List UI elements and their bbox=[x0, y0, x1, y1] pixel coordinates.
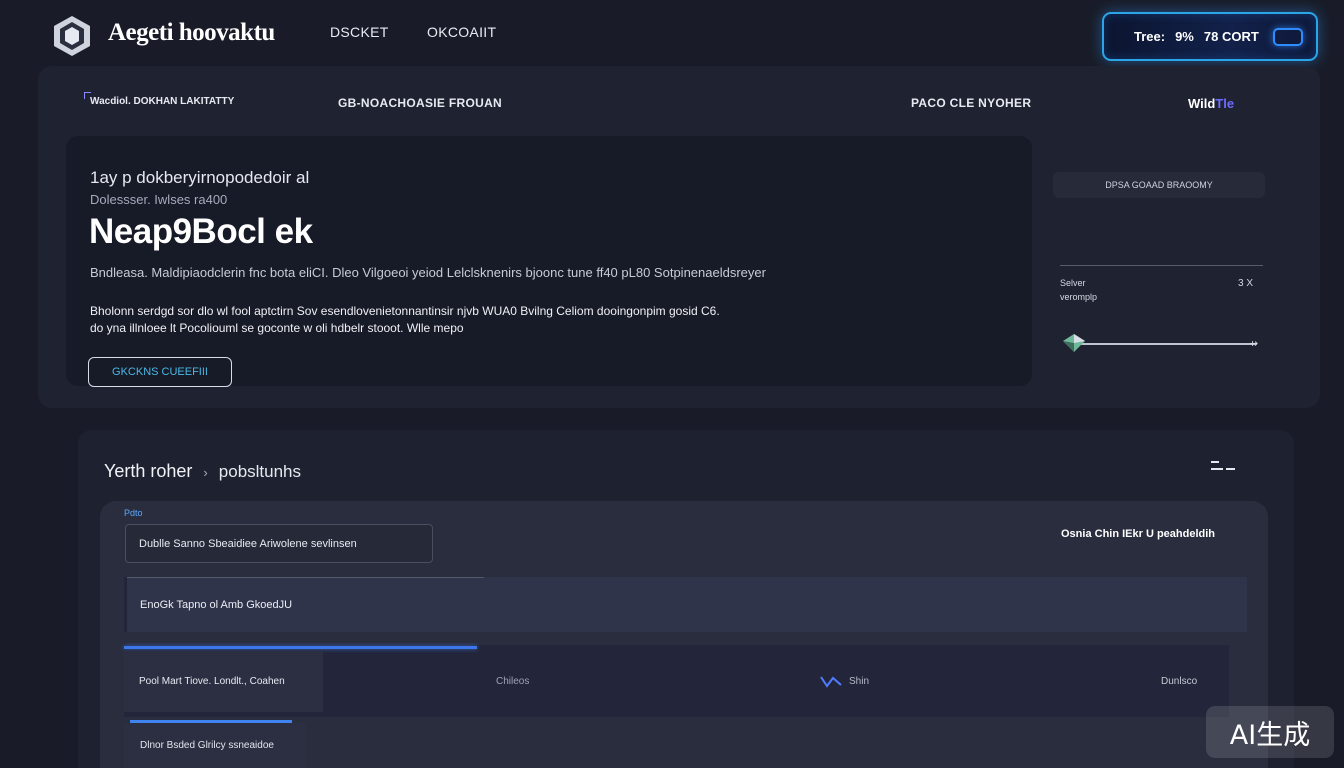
status-value-a: 9% bbox=[1175, 29, 1194, 44]
table-cell: Chileos bbox=[496, 676, 530, 687]
section-subtitle: pobsltunhs bbox=[218, 462, 302, 481]
subnav-item-4[interactable]: WildTle bbox=[1188, 96, 1234, 111]
hero-body-line-1: Bholonn serdgd sor dlo wl fool aptctirn … bbox=[90, 304, 720, 318]
subnav-item-4-label: Wild bbox=[1188, 96, 1216, 111]
hero-body-line-2: do yna illnloee lt Pocoliouml se goconte… bbox=[90, 321, 464, 335]
section-crumb-separator: › bbox=[203, 465, 208, 480]
row-progress-bar bbox=[124, 646, 477, 649]
nav-link-2[interactable]: OKCOAIIT bbox=[427, 24, 496, 40]
table-cell: Pool Mart Tiove. Londlt., Coahen bbox=[124, 651, 323, 712]
section-title: Yerth roher › pobsltunhs bbox=[104, 461, 301, 482]
table-row[interactable]: Dublle Sanno Sbeaidiee Ariwolene sevlins… bbox=[125, 524, 433, 563]
status-slot-icon bbox=[1272, 27, 1303, 46]
table-cell: Shin bbox=[849, 676, 870, 687]
hero-summary-line: Bndleasa. Maldipiaodclerin fnc bota eliC… bbox=[90, 265, 766, 280]
table-heading: Osnia Chin IEkr U peahdeldih bbox=[1061, 528, 1216, 540]
status-value-b: 78 CORT bbox=[1203, 29, 1259, 44]
slider-end-icon[interactable]: ⇸ bbox=[1249, 337, 1258, 350]
subnav-item-1[interactable]: Wacdiol. DOKHAN LAKITATTY bbox=[83, 92, 234, 107]
table-row[interactable]: EnoGk Tapno ol Amb GkoedJU bbox=[124, 577, 1247, 632]
logo-icon[interactable] bbox=[50, 14, 94, 58]
trend-icon bbox=[820, 674, 842, 688]
slider-thumb-icon[interactable] bbox=[1062, 333, 1086, 353]
hero-title: Neap9Bocl ek bbox=[89, 212, 313, 251]
table-cell: Dunlsco bbox=[1161, 676, 1198, 687]
status-pill[interactable]: Tree: 9% 78 CORT bbox=[1102, 12, 1318, 61]
subnav-item-3[interactable]: PACO CLE NYOHER bbox=[911, 96, 1031, 110]
status-label: Tree: bbox=[1134, 29, 1166, 44]
table-row[interactable]: Dlnor Bsded Glrilcy ssneaidoe bbox=[124, 723, 306, 768]
side-key-2: veromplp bbox=[1060, 292, 1098, 302]
subnav-item-2[interactable]: GB-NOACHOASIE FROUAN bbox=[338, 96, 502, 110]
table-tag: Pdto bbox=[124, 508, 143, 518]
nav-link-1[interactable]: DSCKET bbox=[330, 24, 389, 40]
side-filter-pill[interactable]: DPSA GOAAD BRAOOMY bbox=[1053, 172, 1265, 198]
subnav-item-4-accent: Tle bbox=[1215, 96, 1235, 111]
hero-cta-button[interactable]: GKCKNS CUEEFIII bbox=[88, 357, 232, 387]
section-title-text: Yerth roher bbox=[104, 461, 193, 481]
slider-track[interactable] bbox=[1074, 343, 1256, 345]
side-key-1: Selver bbox=[1060, 278, 1086, 288]
filter-icon[interactable] bbox=[1209, 458, 1237, 476]
top-bar: Aegeti hoovaktu DSCKET OKCOAIIT Tree: 9%… bbox=[0, 0, 1344, 66]
side-value: 3 X bbox=[1238, 278, 1254, 289]
brand-name[interactable]: Aegeti hoovaktu bbox=[108, 19, 275, 47]
hero-eyebrow: 1ay p dokberyirnopodedoir al bbox=[90, 168, 310, 187]
ai-generated-badge: AI生成 bbox=[1206, 706, 1334, 758]
hero-subtitle: Dolessser. Iwlses ra400 bbox=[90, 192, 228, 207]
side-divider bbox=[1060, 265, 1263, 266]
